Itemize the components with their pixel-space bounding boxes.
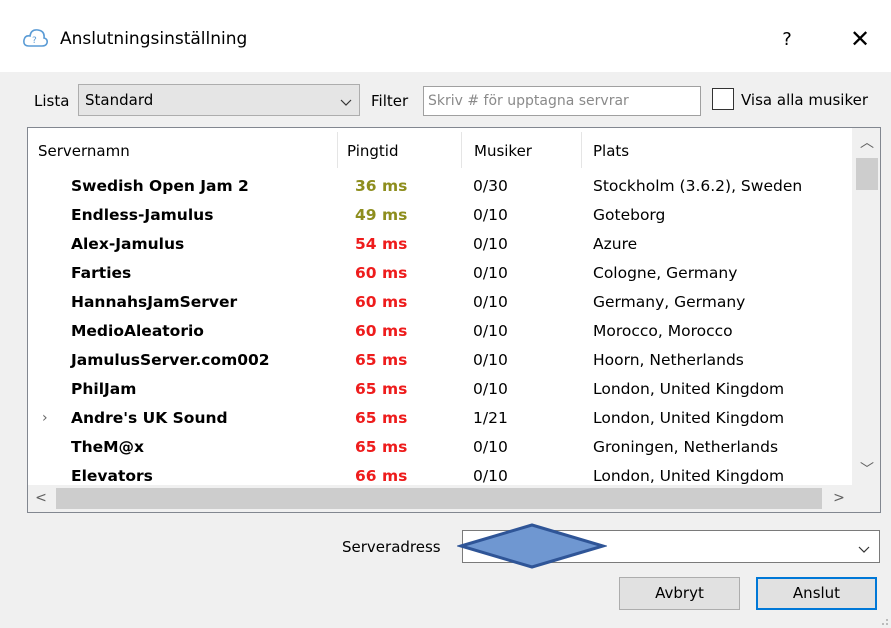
column-divider [461, 132, 462, 168]
scroll-down-icon[interactable]: ﹀ [853, 457, 881, 483]
musicians-cell: 0/30 [473, 177, 508, 195]
server-address-label: Serveradress [342, 538, 441, 556]
server-name-cell: Andre's UK Sound [71, 409, 228, 427]
ping-cell: 65 ms [355, 438, 408, 456]
scroll-left-icon[interactable]: < [28, 485, 54, 512]
scroll-right-icon[interactable]: > [826, 485, 852, 512]
musicians-cell: 0/10 [473, 438, 508, 456]
filter-field-wrap [423, 86, 701, 116]
location-cell: Hoorn, Netherlands [593, 351, 744, 369]
column-header-ping[interactable]: Pingtid [339, 128, 398, 172]
musicians-cell: 0/10 [473, 322, 508, 340]
server-name-cell: PhilJam [71, 380, 137, 398]
ping-cell: 54 ms [355, 235, 408, 253]
filter-label: Filter [371, 92, 409, 110]
musicians-cell: 0/10 [473, 351, 508, 369]
location-cell: London, United Kingdom [593, 409, 785, 427]
location-cell: Germany, Germany [593, 293, 746, 311]
chevron-down-icon [339, 94, 353, 108]
server-name-cell: JamulusServer.com002 [71, 351, 270, 369]
server-name-cell: TheM@x [71, 438, 145, 456]
location-cell: Morocco, Morocco [593, 322, 733, 340]
server-name-cell: Farties [71, 264, 132, 282]
column-header-musicians[interactable]: Musiker [466, 128, 532, 172]
scroll-up-icon[interactable]: ︿ [853, 130, 881, 156]
vertical-scroll-thumb[interactable] [856, 158, 878, 190]
musicians-cell: 0/10 [473, 206, 508, 224]
column-divider [581, 132, 582, 168]
help-button[interactable]: ? [772, 24, 802, 56]
redaction-diamond-shape [457, 523, 607, 569]
location-cell: Goteborg [593, 206, 666, 224]
server-name-cell: Endless-Jamulus [71, 206, 214, 224]
filter-input[interactable] [424, 87, 700, 115]
server-name-cell: Alex-Jamulus [71, 235, 185, 253]
horizontal-scroll-thumb[interactable] [56, 488, 822, 509]
musicians-cell: 0/10 [473, 264, 508, 282]
show-all-musicians-label: Visa alla musiker [741, 91, 869, 109]
table-row[interactable]: Farties 60 ms 0/10 Cologne, Germany [28, 259, 852, 288]
chevron-down-icon [857, 541, 871, 555]
vertical-scrollbar[interactable]: ︿ ﹀ [852, 128, 880, 485]
location-cell: Cologne, Germany [593, 264, 738, 282]
table-row[interactable]: JamulusServer.com002 65 ms 0/10 Hoorn, Neth… [28, 346, 852, 375]
list-select[interactable]: Standard [78, 84, 360, 116]
list-label: Lista [34, 92, 70, 110]
table-row[interactable]: Endless-Jamulus 49 ms 0/10 Goteborg [28, 201, 852, 230]
musicians-cell: 0/10 [473, 380, 508, 398]
dialog-title: Anslutningsinställning [60, 29, 248, 49]
server-name-cell: Swedish Open Jam 2 [71, 177, 249, 195]
table-row[interactable]: Alex-Jamulus 54 ms 0/10 Azure [28, 230, 852, 259]
connection-settings-dialog: ? Anslutningsinställning ? ✕ Lista Stand… [0, 0, 891, 628]
ping-cell: 60 ms [355, 293, 408, 311]
column-divider [337, 132, 338, 168]
server-name-cell: HannahsJamServer [71, 293, 238, 311]
ping-cell: 65 ms [355, 380, 408, 398]
cancel-button[interactable]: Avbryt [619, 577, 740, 610]
horizontal-scrollbar[interactable]: < > [28, 485, 880, 512]
svg-text:?: ? [32, 36, 37, 46]
connect-button[interactable]: Anslut [756, 577, 877, 610]
server-table: Servernamn Pingtid Musiker Plats Swedish… [27, 127, 881, 513]
list-select-value: Standard [85, 91, 154, 109]
expand-row-icon[interactable]: › [42, 404, 48, 433]
musicians-cell: 0/10 [473, 293, 508, 311]
musicians-cell: 1/21 [473, 409, 508, 427]
table-row[interactable]: PhilJam 65 ms 0/10 London, United Kingdom [28, 375, 852, 404]
table-row[interactable]: MedioAleatorio 60 ms 0/10 Morocco, Morocco [28, 317, 852, 346]
ping-cell: 36 ms [355, 177, 408, 195]
server-name-cell: MedioAleatorio [71, 322, 204, 340]
location-cell: London, United Kingdom [593, 380, 785, 398]
close-button[interactable]: ✕ [843, 22, 877, 56]
location-cell: Groningen, Netherlands [593, 438, 779, 456]
cloud-music-icon: ? [22, 26, 48, 50]
location-cell: Azure [593, 235, 638, 253]
ping-cell: 65 ms [355, 351, 408, 369]
column-header-server-name[interactable]: Servernamn [30, 128, 130, 172]
table-row[interactable]: TheM@x 65 ms 0/10 Groningen, Netherlands [28, 433, 852, 462]
location-cell: Stockholm (3.6.2), Sweden [593, 177, 803, 195]
table-row[interactable]: Swedish Open Jam 2 36 ms 0/30 Stockholm (3.… [28, 172, 852, 201]
table-header: Servernamn Pingtid Musiker Plats [28, 128, 852, 172]
resize-grip-icon[interactable] [877, 614, 889, 626]
ping-cell: 60 ms [355, 322, 408, 340]
ping-cell: 60 ms [355, 264, 408, 282]
column-header-location[interactable]: Plats [585, 128, 629, 172]
musicians-cell: 0/10 [473, 235, 508, 253]
title-bar: ? Anslutningsinställning ? ✕ [0, 0, 891, 72]
show-all-musicians-checkbox[interactable] [712, 88, 734, 110]
ping-cell: 49 ms [355, 206, 408, 224]
ping-cell: 65 ms [355, 409, 408, 427]
table-row[interactable]: › Andre's UK Sound 65 ms 1/21 London, United… [28, 404, 852, 433]
table-row[interactable]: HannahsJamServer 60 ms 0/10 Germany, German… [28, 288, 852, 317]
